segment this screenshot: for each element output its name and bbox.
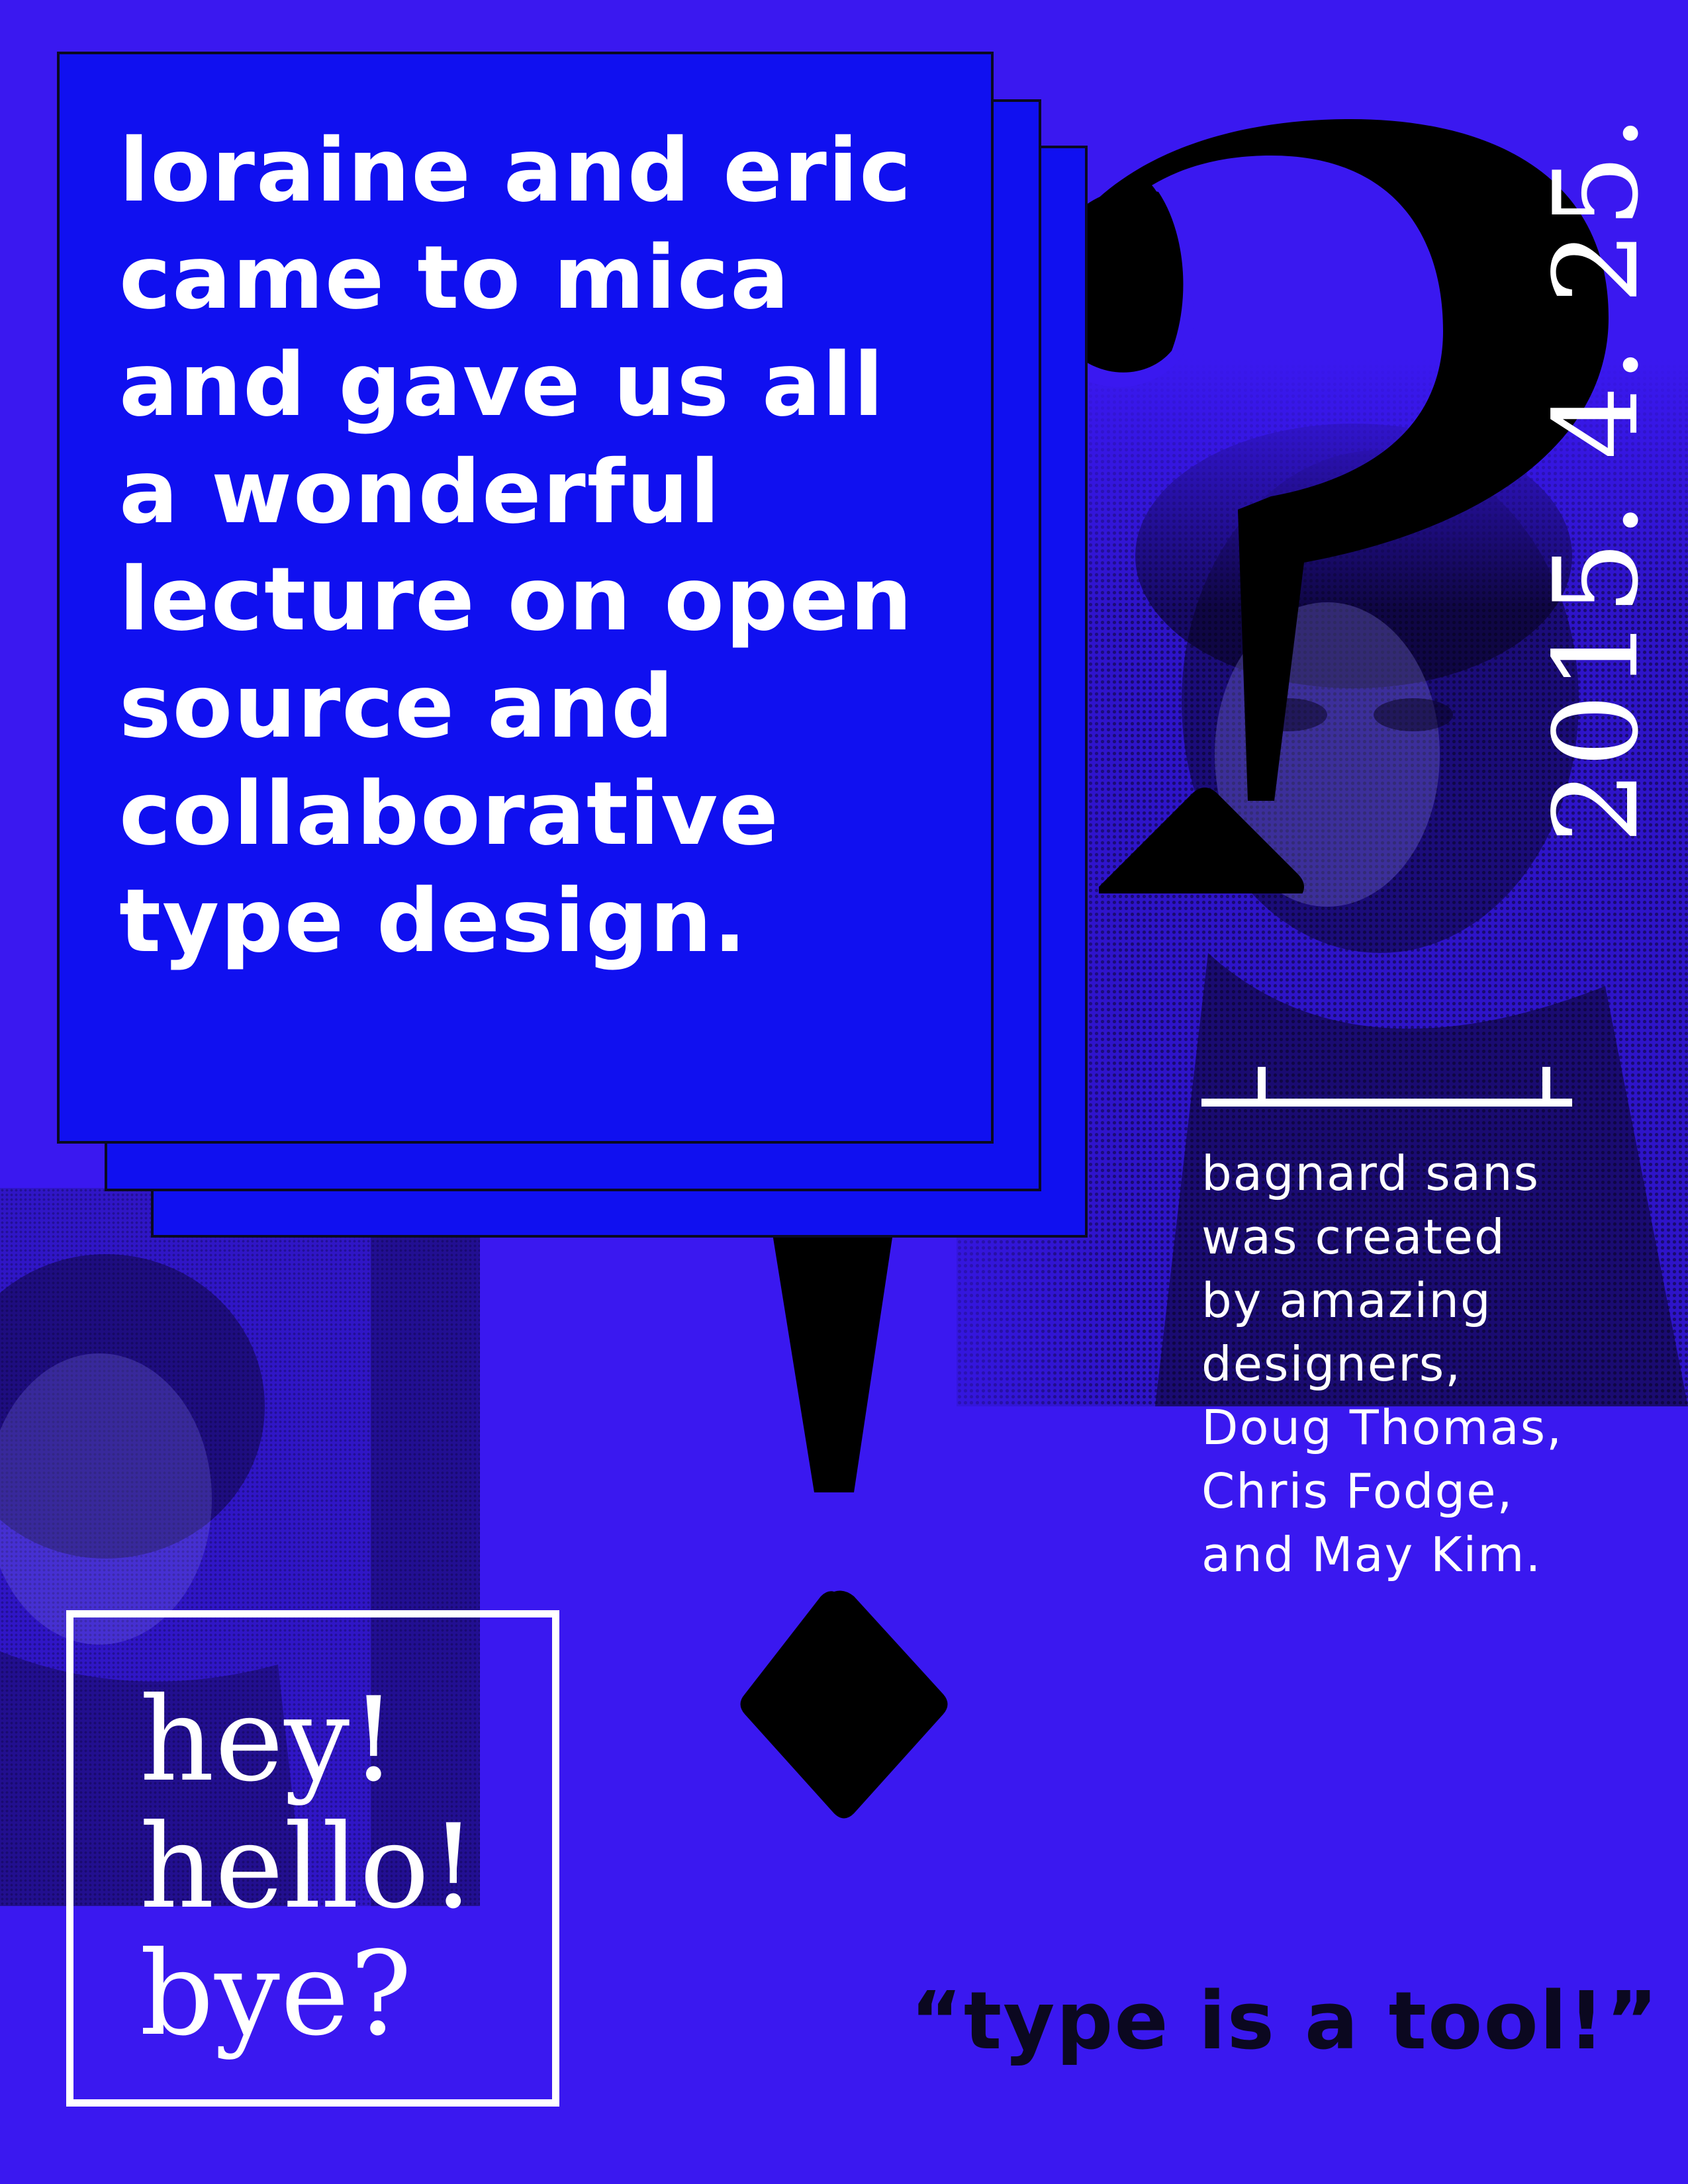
credits-line: was created <box>1201 1209 1506 1265</box>
lecture-line: source and <box>119 656 675 758</box>
greeting-line: hello! <box>140 1800 477 1934</box>
lecture-panel: loraine and eric came to mica and gave u… <box>57 52 994 1144</box>
exclamation-mark-glyph <box>740 1185 948 1819</box>
credits-line: and May Kim. <box>1201 1527 1542 1582</box>
credits-text: bagnard sans was created by amazing desi… <box>1201 1142 1563 1586</box>
lecture-line: loraine and eric <box>119 120 913 222</box>
lecture-line: collaborative <box>119 763 780 865</box>
question-mark-glyph <box>1023 119 1609 893</box>
lecture-line: lecture on open <box>119 549 914 651</box>
credits-line: Chris Fodge, <box>1201 1463 1514 1519</box>
poster: loraine and eric came to mica and gave u… <box>0 0 1688 2184</box>
lecture-line: a wonderful <box>119 441 722 543</box>
divider-tick-left <box>1258 1067 1266 1107</box>
divider-tick-right <box>1542 1067 1550 1107</box>
credits-line: by amazing <box>1201 1273 1492 1328</box>
credits-divider <box>1201 1099 1572 1107</box>
quote-text: “type is a tool!” <box>910 1976 1660 2068</box>
credits-line: designers, <box>1201 1336 1462 1392</box>
lecture-line: type design. <box>119 870 748 972</box>
lecture-line: came to mica <box>119 227 791 329</box>
lecture-line: and gave us all <box>119 334 885 436</box>
greeting-text: hey! hello! bye? <box>140 1677 552 2058</box>
greeting-line: bye? <box>140 1927 413 2062</box>
credits-line: Doug Thomas, <box>1201 1400 1564 1455</box>
lecture-text: loraine and eric came to mica and gave u… <box>119 117 951 975</box>
event-date: 2015. 4. 25. <box>1530 112 1664 844</box>
greeting-box: hey! hello! bye? <box>66 1610 559 2107</box>
credits-line: bagnard sans <box>1201 1146 1540 1201</box>
greeting-line: hey! <box>140 1673 398 1807</box>
